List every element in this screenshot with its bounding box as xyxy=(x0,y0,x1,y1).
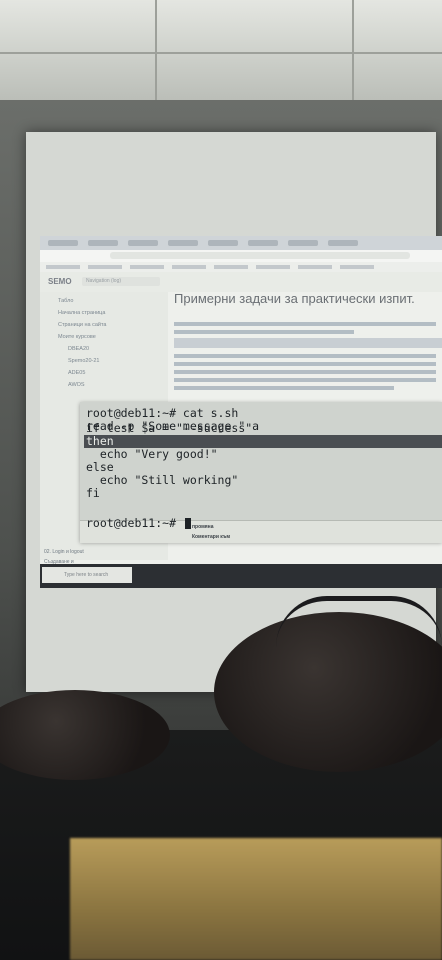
footer-label: промяна xyxy=(192,524,214,530)
windows-taskbar: Type here to search xyxy=(40,564,442,588)
bookmark-item[interactable] xyxy=(46,265,80,269)
bookmark-item[interactable] xyxy=(88,265,122,269)
sidebar-item[interactable]: Страници на сайта xyxy=(58,322,107,328)
laptop-screen xyxy=(70,838,442,960)
ceiling-tile-seam xyxy=(0,52,442,54)
ceiling-tile-seam xyxy=(155,0,157,100)
site-search-input[interactable]: Navigation (log) xyxy=(82,277,160,286)
sidebar-item[interactable]: Spemo20-21 xyxy=(68,358,100,364)
terminal-line: echo "Still working" xyxy=(86,473,239,487)
browser-tab[interactable] xyxy=(288,240,318,246)
text-line xyxy=(174,362,436,366)
footer-label: Коментари към xyxy=(192,534,231,540)
ceiling-tile-seam xyxy=(352,0,354,100)
sidebar-item[interactable]: 02. Login и logout xyxy=(44,549,84,555)
sidebar-item[interactable]: AWOS xyxy=(68,382,85,388)
text-line xyxy=(174,322,436,326)
page-title: Примерни задачи за практически изпит. xyxy=(174,291,415,306)
text-line xyxy=(174,330,354,334)
terminal-window[interactable]: root@deb11:~# cat s.sh read -p "Some mes… xyxy=(80,402,442,543)
text-line xyxy=(174,370,436,374)
site-header: SEMO Navigation (log) xyxy=(40,272,442,292)
browser-tab[interactable] xyxy=(168,240,198,246)
code-block xyxy=(174,338,442,348)
bookmark-item[interactable] xyxy=(256,265,290,269)
sidebar-item[interactable]: Табло xyxy=(58,298,73,304)
url-field[interactable] xyxy=(110,252,410,259)
bookmarks-bar xyxy=(40,262,442,272)
browser-tab-bar xyxy=(40,236,442,250)
sidebar-item[interactable]: ADE05 xyxy=(68,370,85,376)
text-line xyxy=(174,378,436,382)
browser-tab[interactable] xyxy=(208,240,238,246)
taskbar-search-input[interactable]: Type here to search xyxy=(42,567,132,583)
sidebar-item[interactable]: Начална страница xyxy=(58,310,105,316)
browser-tab[interactable] xyxy=(48,240,78,246)
site-logo[interactable]: SEMO xyxy=(48,277,72,286)
terminal-prompt: root@deb11:~# xyxy=(86,516,183,530)
bookmark-item[interactable] xyxy=(340,265,374,269)
text-line xyxy=(174,386,394,390)
terminal-prompt-line[interactable]: root@deb11:~# xyxy=(86,517,191,530)
browser-tab[interactable] xyxy=(128,240,158,246)
browser-tab[interactable] xyxy=(248,240,278,246)
bookmark-item[interactable] xyxy=(214,265,248,269)
bookmark-item[interactable] xyxy=(298,265,332,269)
terminal-line: fi xyxy=(86,486,100,500)
bookmark-item[interactable] xyxy=(172,265,206,269)
text-cursor xyxy=(184,518,191,529)
browser-tab[interactable] xyxy=(88,240,118,246)
sidebar-item[interactable]: Моите курсове xyxy=(58,334,96,340)
sidebar-item[interactable]: DBEA20 xyxy=(68,346,89,352)
bookmark-item[interactable] xyxy=(130,265,164,269)
glasses xyxy=(276,596,442,647)
browser-tab[interactable] xyxy=(328,240,358,246)
ceiling xyxy=(0,0,442,110)
text-line xyxy=(174,354,436,358)
